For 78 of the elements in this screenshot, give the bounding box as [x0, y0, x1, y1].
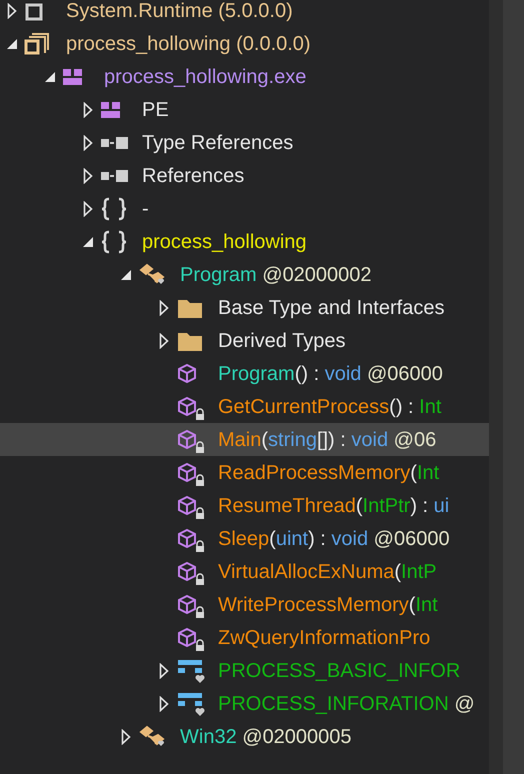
collapsed-arrow-icon[interactable]	[159, 662, 169, 678]
struct-icon	[176, 658, 206, 684]
braces-icon	[100, 230, 128, 254]
tree-row[interactable]: process_hollowing (0.0.0.0)	[0, 27, 489, 60]
tree-row[interactable]: Program() : void @06000	[0, 357, 489, 390]
tree-row[interactable]: WriteProcessMemory(Int	[0, 588, 489, 621]
collapsed-arrow-icon[interactable]	[121, 728, 131, 744]
expanded-arrow-icon[interactable]	[44, 70, 56, 82]
cube-icon	[176, 396, 198, 418]
tree-row[interactable]: References	[0, 159, 489, 192]
tree-node-label[interactable]: ZwQueryInformationPro	[218, 622, 430, 652]
collapsed-arrow-icon[interactable]	[83, 168, 93, 184]
tree-row[interactable]: ReadProcessMemory(Int	[0, 456, 489, 489]
blocks-icon	[100, 100, 122, 120]
tree-row[interactable]: Type References	[0, 126, 489, 159]
collapsed-arrow-icon[interactable]	[83, 134, 93, 150]
expanded-arrow-icon[interactable]	[6, 38, 18, 50]
linked-squares-icon	[100, 168, 130, 184]
tree-row[interactable]: Sleep(uint) : void @06000	[0, 522, 489, 555]
tree-node-label[interactable]: Base Type and Interfaces	[218, 292, 444, 322]
tree-row[interactable]: GetCurrentProcess() : Int	[0, 390, 489, 423]
braces-icon	[100, 196, 128, 220]
tree-node-label[interactable]: Win32 @02000005	[180, 722, 352, 752]
tree-node-label[interactable]: process_hollowing	[142, 226, 307, 256]
collapsed-arrow-icon[interactable]	[159, 332, 169, 348]
cube-icon	[176, 428, 198, 450]
struct-icon	[176, 690, 206, 716]
stacked-squares-icon	[24, 32, 50, 56]
tree-node-label[interactable]: Program() : void @06000	[218, 358, 443, 388]
tree-row[interactable]: process_hollowing.exe	[0, 60, 489, 93]
cube-icon	[176, 626, 198, 648]
tree-node-label[interactable]: GetCurrentProcess() : Int	[218, 392, 442, 422]
tree-node-label[interactable]: ResumeThread(IntPtr) : ui	[218, 490, 450, 520]
tree-node-label[interactable]: Program @02000002	[180, 260, 372, 290]
collapsed-arrow-icon[interactable]	[159, 300, 169, 316]
tree-node-label[interactable]: WriteProcessMemory(Int	[218, 590, 438, 620]
tree-node-label[interactable]: PROCESS_INFORATION @	[218, 688, 475, 718]
tree-row[interactable]: VirtualAllocExNuma(IntP	[0, 555, 489, 588]
selected-tree-row[interactable]: Main(string[]) : void @06	[0, 423, 489, 456]
tree-row[interactable]: Base Type and Interfaces	[0, 291, 489, 324]
tree-node-label[interactable]: PE	[142, 94, 169, 124]
collapsed-arrow-icon[interactable]	[83, 102, 93, 118]
tree-node-label[interactable]: Sleep(uint) : void @06000	[218, 524, 450, 554]
tree-node-label[interactable]: PROCESS_BASIC_INFOR	[218, 656, 460, 686]
tree-row[interactable]: PROCESS_BASIC_INFOR	[0, 654, 489, 687]
collapsed-arrow-icon[interactable]	[7, 2, 17, 18]
tree-row[interactable]: -	[0, 192, 489, 225]
cube-icon	[176, 528, 198, 550]
cube-icon	[176, 594, 198, 616]
tree-node-label[interactable]: Type References	[142, 128, 294, 158]
expanded-arrow-icon[interactable]	[120, 268, 132, 280]
tree-row[interactable]: ZwQueryInformationPro	[0, 621, 489, 654]
tree-row[interactable]: PE	[0, 93, 489, 126]
tree-node-label[interactable]: ReadProcessMemory(Int	[218, 458, 440, 488]
cube-icon	[176, 462, 198, 484]
cube-icon	[176, 494, 198, 516]
tree-node-label[interactable]: VirtualAllocExNuma(IntP	[218, 556, 437, 586]
collapsed-arrow-icon[interactable]	[83, 200, 93, 216]
tree-node-label[interactable]: Main(string[]) : void @06	[218, 424, 436, 454]
tree-row[interactable]: System.Runtime (5.0.0.0)	[0, 0, 489, 27]
tree-row[interactable]: ResumeThread(IntPtr) : ui	[0, 489, 489, 522]
cube-icon	[176, 362, 198, 384]
tree-node-label[interactable]: process_hollowing (0.0.0.0)	[66, 28, 311, 58]
tree-row[interactable]: Derived Types	[0, 324, 489, 357]
tree-node-label[interactable]: -	[142, 194, 149, 224]
cube-icon	[176, 560, 198, 582]
tree-row[interactable]: Program @02000002	[0, 258, 489, 291]
tree-row[interactable]: Win32 @02000005	[0, 720, 489, 753]
blocks-icon	[62, 66, 84, 86]
tree-row[interactable]: PROCESS_INFORATION @	[0, 687, 489, 720]
tree-node-label[interactable]: References	[142, 160, 244, 190]
tree-node-label[interactable]: System.Runtime (5.0.0.0)	[66, 0, 293, 26]
tree-row[interactable]: process_hollowing	[0, 225, 489, 258]
expanded-arrow-icon[interactable]	[82, 236, 94, 248]
tree-node-label[interactable]: Derived Types	[218, 326, 346, 356]
tree-node-label[interactable]: process_hollowing.exe	[104, 62, 306, 92]
collapsed-arrow-icon[interactable]	[159, 696, 169, 712]
linked-squares-icon	[100, 134, 130, 150]
